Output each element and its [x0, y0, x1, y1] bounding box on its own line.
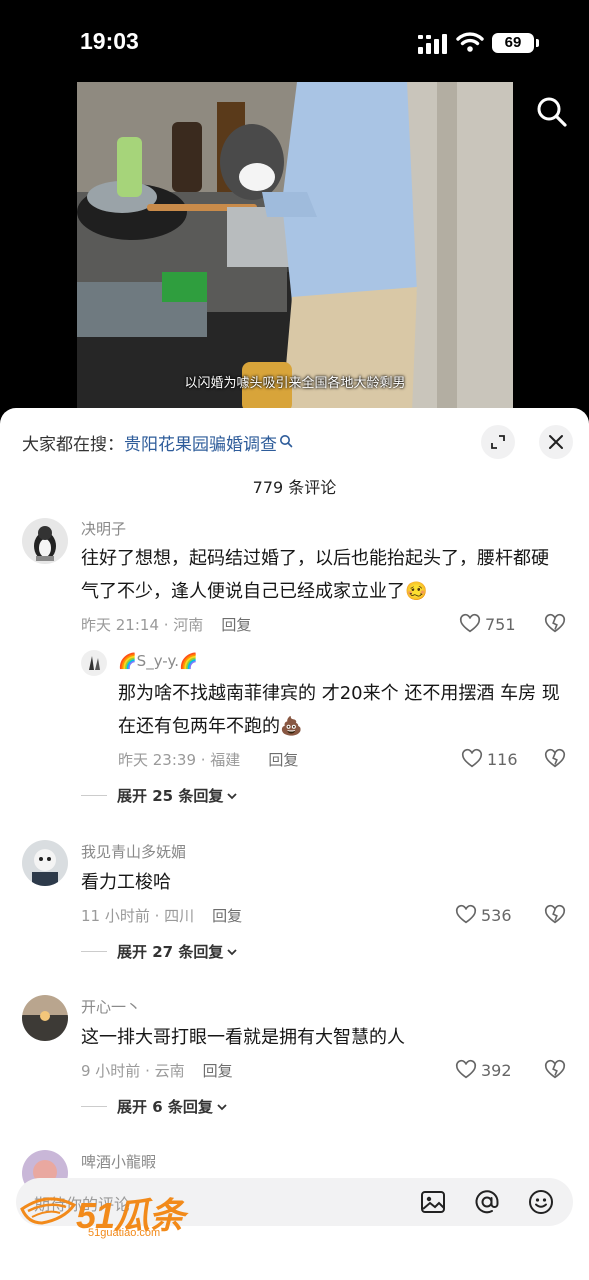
- like-count: 116: [487, 749, 518, 769]
- like-count: 751: [485, 614, 516, 634]
- heart-icon: [459, 613, 481, 633]
- heart-icon: [455, 1059, 477, 1079]
- expand-replies-button[interactable]: 展开 6 条回复: [81, 1096, 228, 1117]
- like-button[interactable]: 536: [455, 904, 512, 926]
- cellular-signal-icon: [418, 34, 447, 54]
- status-time: 19:03: [80, 28, 139, 54]
- reply-username[interactable]: 🌈S_y-y.🌈: [118, 652, 198, 670]
- broken-heart-icon: [544, 1059, 566, 1079]
- dislike-button[interactable]: [544, 748, 566, 770]
- chevron-down-icon: [217, 1103, 227, 1110]
- dislike-button[interactable]: [544, 1059, 566, 1081]
- reply-button[interactable]: 回复: [221, 616, 251, 634]
- comment-meta: 11 小时前 · 四川 回复: [81, 905, 242, 926]
- close-button[interactable]: [539, 425, 573, 459]
- chevron-down-icon: [227, 792, 237, 799]
- battery-indicator: 69: [492, 33, 539, 53]
- reply-button[interactable]: 回复: [268, 751, 298, 769]
- search-icon[interactable]: [534, 94, 570, 130]
- avatar[interactable]: [22, 518, 68, 564]
- like-count: 536: [481, 905, 512, 925]
- avatar[interactable]: [22, 995, 68, 1041]
- comment-username[interactable]: 啤酒小龍暇: [81, 1151, 156, 1172]
- reply-button[interactable]: 回复: [212, 907, 242, 925]
- expand-replies-button[interactable]: 展开 27 条回复: [81, 941, 238, 962]
- comment-count: 779 条评论: [252, 478, 337, 497]
- comment-username[interactable]: 开心一丶: [81, 996, 141, 1017]
- at-icon[interactable]: [473, 1188, 501, 1216]
- heart-icon: [455, 904, 477, 924]
- comment-time-location: 9 小时前 · 云南: [81, 1062, 185, 1080]
- comment-text: 这一排大哥打眼一看就是拥有大智慧的人: [81, 1027, 405, 1048]
- status-bar: 19:03 69: [0, 0, 589, 80]
- emoji-icon[interactable]: [527, 1188, 555, 1216]
- dislike-button[interactable]: [544, 613, 566, 635]
- reply-meta: 昨天 23:39 · 福建 回复: [118, 749, 298, 770]
- like-button[interactable]: 751: [459, 613, 516, 635]
- broken-heart-icon: [544, 748, 566, 768]
- hot-search-link[interactable]: 贵阳花果园骗婚调查: [124, 435, 277, 455]
- expand-replies-label: 展开 25 条回复: [117, 787, 224, 805]
- wifi-icon: [456, 32, 484, 52]
- like-button[interactable]: 392: [455, 1059, 512, 1081]
- comment-meta: 9 小时前 · 云南 回复: [81, 1060, 233, 1081]
- video-caption: 以闪婚为噱头吸引来全国各地大龄剩男: [184, 376, 406, 391]
- watermark: 51瓜条 51guatiao.com: [18, 1183, 208, 1243]
- comment-text: 看力工梭哈: [81, 872, 171, 893]
- comment-username[interactable]: 我见青山多妩媚: [81, 841, 186, 862]
- avatar[interactable]: [22, 840, 68, 886]
- divider: [81, 951, 107, 952]
- divider: [81, 795, 107, 796]
- chevron-down-icon: [227, 948, 237, 955]
- divider: [81, 1106, 107, 1107]
- watermark-logo-icon: [20, 1197, 77, 1225]
- close-icon: [549, 435, 563, 449]
- comment-text: 往好了想想，起码结过婚了，以后也能抬起头了，腰杆都硬气了不少，逢人便说自己已经成…: [81, 548, 549, 602]
- dislike-button[interactable]: [544, 904, 566, 926]
- expand-button[interactable]: [481, 425, 515, 459]
- comment-meta: 昨天 21:14 · 河南 回复: [81, 614, 251, 635]
- watermark-site: 51guatiao.com: [88, 1227, 161, 1239]
- like-count: 392: [481, 1060, 512, 1080]
- comment-time-location: 11 小时前 · 四川: [81, 907, 195, 925]
- expand-icon: [491, 435, 505, 449]
- hot-search-prefix: 大家都在搜：: [22, 435, 124, 455]
- broken-heart-icon: [544, 904, 566, 924]
- reply-avatar[interactable]: [81, 650, 107, 676]
- expand-replies-button[interactable]: 展开 25 条回复: [81, 785, 238, 806]
- search-small-icon[interactable]: [279, 434, 293, 448]
- broken-heart-icon: [544, 613, 566, 633]
- heart-icon: [461, 748, 483, 768]
- hot-search: 大家都在搜：贵阳花果园骗婚调查: [22, 430, 293, 455]
- video-frame: [77, 82, 513, 412]
- like-button[interactable]: 116: [461, 748, 518, 770]
- reply-time-location: 昨天 23:39 · 福建: [118, 751, 241, 769]
- reply-text: 那为啥不找越南菲律宾的 才20来个 还不用摆酒 车房 现在还有包两年不跑的💩: [118, 683, 560, 737]
- reply-button[interactable]: 回复: [203, 1062, 233, 1080]
- expand-replies-label: 展开 27 条回复: [117, 943, 224, 961]
- expand-replies-label: 展开 6 条回复: [117, 1098, 213, 1116]
- video-player[interactable]: 以闪婚为噱头吸引来全国各地大龄剩男: [77, 82, 513, 412]
- image-icon[interactable]: [419, 1188, 447, 1216]
- comment-time-location: 昨天 21:14 · 河南: [81, 616, 204, 634]
- comment-username[interactable]: 决明子: [81, 518, 126, 539]
